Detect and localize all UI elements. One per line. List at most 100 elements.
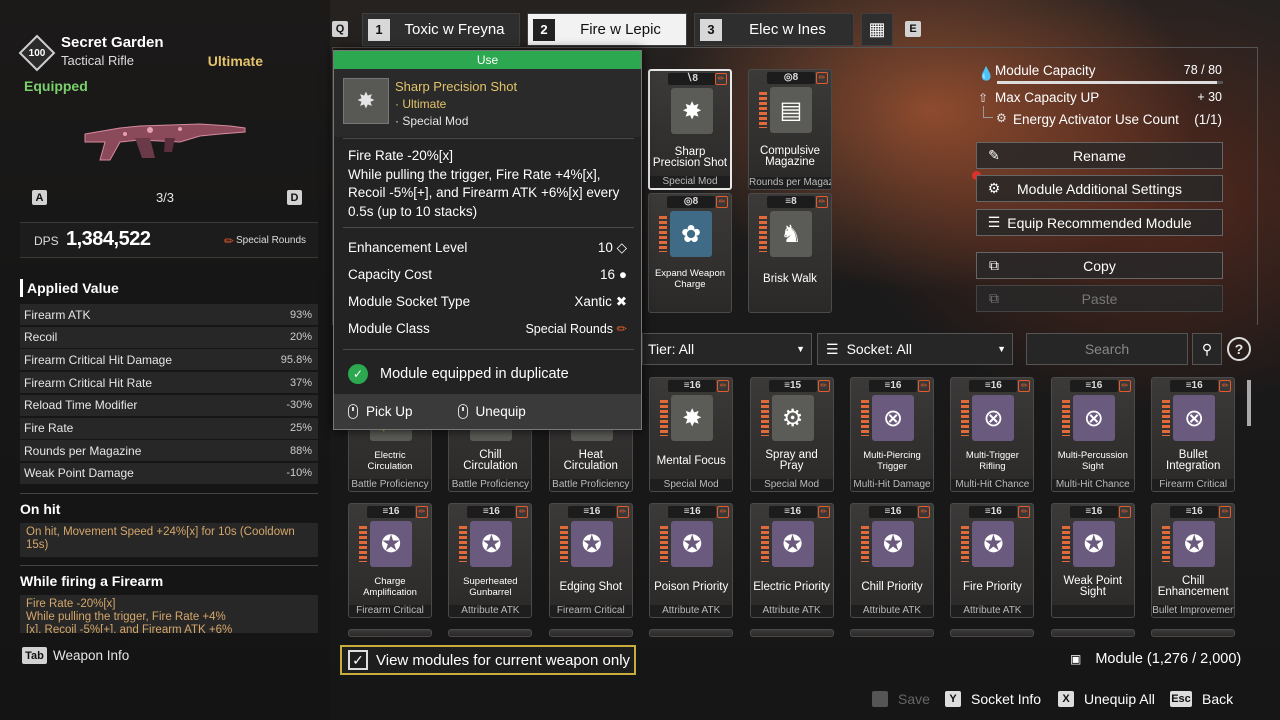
module-additional-settings-button[interactable]: ⚙ Module Additional Settings <box>976 175 1223 202</box>
rename-button[interactable]: ✎ Rename <box>976 142 1223 169</box>
divider <box>343 138 634 139</box>
module-card[interactable]: ≡16 ✏ ⊗ Multi-Piercing Trigger Multi-Hit Dam… <box>850 377 934 492</box>
module-card[interactable]: ≡16 ✏ ✪ Chill Enhancement Bullet Improvement <box>1151 503 1236 618</box>
brisk-walk-icon: ♞ <box>770 211 812 257</box>
equipped-module-compulsive-magazine[interactable]: ◎8 ✏ ▤ Compulsive Magazine Rounds per Mag… <box>748 69 832 190</box>
module-icon: ✪ <box>972 521 1015 567</box>
pickup-action[interactable]: Pick Up <box>366 404 413 419</box>
module-name: Chill Priority <box>861 580 923 593</box>
inventory-scrollbar[interactable] <box>1247 380 1251 426</box>
tab-number: 3 <box>700 18 722 41</box>
unequip-action[interactable]: Unequip <box>476 404 526 419</box>
module-card[interactable]: ≡15 ✏ ⚙ Spray and Pray Special Mod <box>749 377 834 492</box>
stat-row: Firearm Critical Hit Damage 95.8% <box>20 349 318 371</box>
module-name: Poison Priority <box>654 580 729 593</box>
module-card-partial[interactable] <box>1151 629 1236 637</box>
tier-filter[interactable]: Tier: All ▼ <box>642 333 812 365</box>
module-card[interactable]: ≡16 ✏ ✪ Charge Amplification Firearm Critica… <box>348 503 432 618</box>
back-action[interactable]: Esc Back <box>1170 691 1233 707</box>
capacity-badge: ≡16 <box>1170 380 1219 392</box>
search-button[interactable]: ⚲ <box>1192 333 1222 365</box>
module-card[interactable]: ≡16 ✏ ✪ Poison Priority Attribute ATK <box>649 503 734 618</box>
module-class <box>1051 605 1134 617</box>
checkbox-label: View modules for current weapon only <box>376 651 631 669</box>
module-card[interactable]: ≡16 ✏ ⊗ Multi-Percussion Sight Multi-Hit Cha… <box>1050 377 1135 492</box>
stat-value: 25% <box>289 422 312 434</box>
module-name: Fire Priority <box>963 580 1022 593</box>
module-card-partial[interactable] <box>649 629 734 637</box>
weapon-info-label[interactable]: Weapon Info <box>53 648 129 663</box>
module-name: Chill Circulation <box>463 449 518 472</box>
module-name: Heat Circulation <box>563 449 618 472</box>
module-class: Special Mod <box>750 479 833 491</box>
copy-button[interactable]: ⧉ Copy <box>976 252 1223 279</box>
special-rounds-icon: ✏ <box>1219 506 1232 518</box>
module-card[interactable]: ≡16 ✏ ✪ Electric Priority Attribute ATK <box>749 503 834 618</box>
prev-tab-key[interactable]: Q <box>332 21 348 37</box>
module-card[interactable]: ≡16 ✏ ✪ Chill Priority Attribute ATK <box>850 503 934 618</box>
module-card-partial[interactable] <box>348 629 432 637</box>
module-card[interactable]: ≡16 ✏ ✸ Mental Focus Special Mod <box>649 377 734 492</box>
next-weapon-key[interactable]: D <box>287 190 302 205</box>
special-rounds-icon: ✏ <box>616 506 629 518</box>
module-icon: ✪ <box>872 521 914 567</box>
module-class: Bullet Improvement <box>1152 605 1235 617</box>
module-card[interactable]: ≡16 ✏ ✪ Superheated Gunbarrel Attribute ATK <box>448 503 533 618</box>
module-card-partial[interactable] <box>548 629 633 637</box>
module-card-partial[interactable] <box>950 629 1035 637</box>
socket-info-action[interactable]: Y Socket Info <box>945 691 1041 707</box>
stat-value: 88% <box>289 444 312 457</box>
search-input[interactable]: Search <box>1026 333 1188 365</box>
equip-recommended-button[interactable]: ☰ Equip Recommended Module <box>976 209 1223 236</box>
module-card[interactable]: ≡16 ✏ ⊗ Bullet Integration Firearm Critical <box>1151 377 1236 492</box>
row-value: Special Rounds ✏ <box>525 322 627 336</box>
module-card-partial[interactable] <box>1050 629 1135 637</box>
stat-row: Weak Point Damage -10% <box>20 462 318 484</box>
module-card[interactable]: ≡16 ✏ ⊗ Multi-Trigger Rifling Multi-Hit Chan… <box>950 377 1035 492</box>
capacity-badge: ≡16 <box>969 506 1018 518</box>
module-card[interactable]: ≡16 ✏ ✪ Fire Priority Attribute ATK <box>950 503 1035 618</box>
popup-header: ✸ Sharp Precision Shot · Ultimate · Spec… <box>334 69 641 137</box>
mouse-right-icon <box>457 404 468 419</box>
paste-button[interactable]: ⧉ Paste <box>976 285 1223 312</box>
help-button[interactable]: ? <box>1227 337 1251 361</box>
equipped-module-sharp-precision-shot[interactable]: ∖8 ✏ ✸ Sharp Precision Shot Special Mod <box>648 69 732 190</box>
add-preset-button[interactable]: ▦ <box>861 13 893 46</box>
module-card[interactable]: ≡16 ✏ ✪ Edging Shot Firearm Critical <box>548 503 633 618</box>
module-icon: ✪ <box>570 521 613 567</box>
firing-title: While firing a Firearm <box>20 573 164 589</box>
save-action[interactable]: Save <box>872 691 930 707</box>
next-tab-key[interactable]: E <box>905 21 921 37</box>
capacity-badge: ◎8 <box>767 72 815 84</box>
module-class: Attribute ATK <box>851 605 933 617</box>
socket-filter[interactable]: ☰ Socket: All ▼ <box>817 333 1013 365</box>
stat-value: 37% <box>289 376 312 389</box>
module-card-partial[interactable] <box>749 629 834 637</box>
weapon-info-key[interactable]: Tab <box>22 647 47 664</box>
module-name: Electric Circulation <box>367 450 413 472</box>
row-label: Module Class <box>348 321 430 336</box>
equipped-module-expand-weapon-charge[interactable]: ◎8 ✏ ✿ Expand Weapon Charge <box>648 193 732 313</box>
unequip-all-action[interactable]: X Unequip All <box>1058 691 1155 707</box>
special-rounds-icon: ✏ <box>1219 380 1232 392</box>
weapon-tier: Ultimate <box>207 53 263 69</box>
tab-fire-lepic[interactable]: 2 Fire w Lepic <box>527 13 687 46</box>
divider <box>20 493 318 494</box>
tab-toxic-freyna[interactable]: 1 Toxic w Freyna <box>362 13 520 46</box>
tab-elec-ines[interactable]: 3 Elec w Ines <box>694 13 854 46</box>
button-label: Paste <box>1081 290 1118 307</box>
module-class: Special Mod <box>650 479 733 491</box>
button-label: Rename <box>1073 147 1126 164</box>
module-card-partial[interactable] <box>448 629 533 637</box>
module-card-partial[interactable] <box>850 629 934 637</box>
capacity-badge: ◎8 <box>667 196 715 208</box>
action-key: Y <box>945 691 961 707</box>
search-icon: ⚲ <box>1201 340 1213 357</box>
module-name: Weak Point Sight <box>1063 575 1123 598</box>
module-count: ▣ Module (1,276 / 2,000) <box>1070 651 1241 667</box>
button-label: Module Additional Settings <box>1017 180 1182 197</box>
action-key: Esc <box>1170 691 1192 707</box>
equipped-module-brisk-walk[interactable]: ≡8 ✏ ♞ Brisk Walk <box>748 193 832 313</box>
view-current-weapon-checkbox[interactable]: ✓ View modules for current weapon only <box>340 645 636 675</box>
module-card[interactable]: ≡16 ✏ ✪ Weak Point Sight <box>1050 503 1135 618</box>
